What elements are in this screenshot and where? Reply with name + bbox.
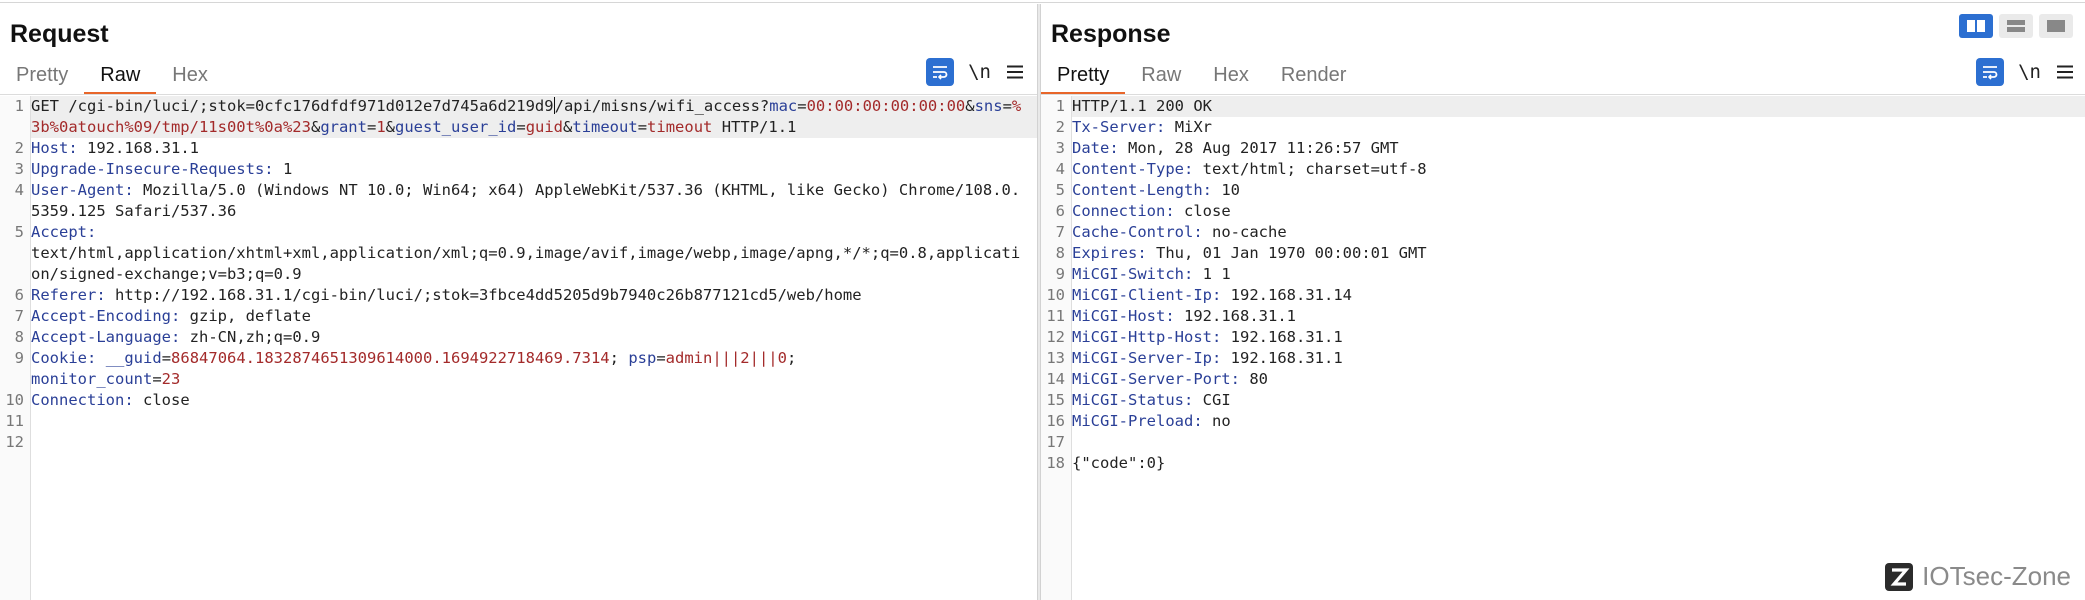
request-tab-hex[interactable]: Hex (156, 58, 224, 92)
response-editor[interactable]: 1 HTTP/1.1 200 OK 2 Tx-Server: MiXr 3 Date… (1041, 96, 2085, 600)
request-menu-button[interactable] (1005, 60, 1025, 84)
request-tab-pretty[interactable]: Pretty (0, 58, 84, 92)
response-line: 9 MiCGI-Switch: 1 1 (1055, 265, 1231, 283)
response-line: 11 MiCGI-Host: 192.168.31.1 (1046, 307, 1296, 325)
request-wrap-lines-button[interactable] (926, 58, 955, 86)
request-line: 5 Accept: text/html,application/xhtml+xm… (14, 223, 1021, 283)
response-tab-divider (1041, 94, 2085, 95)
request-title: Request (10, 20, 109, 48)
response-line: 1 HTTP/1.1 200 OK (1041, 96, 2085, 117)
hamburger-menu-icon (2057, 65, 2073, 79)
response-tab-pretty[interactable]: Pretty (1041, 58, 1126, 94)
top-border (0, 2, 2085, 3)
response-menu-button[interactable] (2055, 60, 2075, 84)
response-line: 4 Content-Type: text/html; charset=utf-8 (1055, 160, 1427, 178)
response-title: Response (1051, 20, 1171, 48)
response-tab-hex[interactable]: Hex (1197, 58, 1265, 92)
response-line: 5 Content-Length: 10 (1055, 181, 1241, 199)
request-line: 2 Host: 192.168.31.1 (14, 139, 199, 157)
layout-stacked-button[interactable] (1999, 14, 2033, 38)
request-line: 9 Cookie: __guid=86847064.18328746513096… (14, 349, 797, 388)
response-line: 15 MiCGI-Status: CGI (1046, 391, 1231, 409)
request-tabs: Pretty Raw Hex (0, 58, 224, 94)
response-line: 13 MiCGI-Server-Ip: 192.168.31.1 (1046, 349, 1343, 367)
response-tabs: Pretty Raw Hex Render (1041, 58, 1363, 94)
request-line: 10 Connection: close (5, 391, 190, 409)
response-line: 10 MiCGI-Client-Ip: 192.168.31.14 (1046, 286, 1352, 304)
request-line: 7 Accept-Encoding: gzip, deflate (14, 307, 311, 325)
request-pane: Request Pretty Raw Hex \n 1 GET /cgi-bin… (0, 4, 1037, 600)
request-tab-raw[interactable]: Raw (84, 58, 157, 94)
request-line: 12 (5, 433, 24, 451)
response-line: 6 Connection: close (1055, 202, 1231, 220)
response-tab-raw[interactable]: Raw (1125, 58, 1197, 92)
layout-side-by-side-button[interactable] (1959, 14, 1993, 38)
response-line: 8 Expires: Thu, 01 Jan 1970 00:00:01 GMT (1055, 244, 1427, 262)
request-tab-divider (0, 94, 1037, 95)
request-toolbar: \n (926, 58, 1025, 86)
request-newline-toggle[interactable]: \n (968, 61, 991, 83)
response-wrap-lines-button[interactable] (1976, 58, 2005, 86)
response-line: 14 MiCGI-Server-Port: 80 (1046, 370, 1268, 388)
request-line: 8 Accept-Language: zh-CN,zh;q=0.9 (14, 328, 321, 346)
columns-icon (1967, 20, 1985, 32)
z-logo-icon (1885, 562, 1914, 591)
response-line: 16 MiCGI-Preload: no (1046, 412, 1231, 430)
rows-icon (2007, 20, 2025, 32)
layout-switcher (1959, 14, 2073, 38)
response-line: 12 MiCGI-Http-Host: 192.168.31.1 (1046, 328, 1343, 346)
request-line: 4 User-Agent: Mozilla/5.0 (Windows NT 10… (14, 181, 1021, 220)
request-line: 11 (5, 412, 24, 430)
request-line: 1 GET /cgi-bin/luci/;stok=0cfc176dfdf971… (0, 96, 1037, 138)
request-line: 6 Referer: http://192.168.31.1/cgi-bin/l… (14, 286, 862, 304)
response-line: 18 {"code":0} (1046, 454, 1166, 472)
watermark: IOTsec-Zone (1884, 561, 2071, 592)
response-line: 3 Date: Mon, 28 Aug 2017 11:26:57 GMT (1055, 139, 1399, 157)
layout-single-button[interactable] (2039, 14, 2073, 38)
request-editor[interactable]: 1 GET /cgi-bin/luci/;stok=0cfc176dfdf971… (0, 96, 1037, 600)
response-tab-render[interactable]: Render (1265, 58, 1363, 92)
response-newline-toggle[interactable]: \n (2018, 61, 2041, 83)
wrap-lines-icon (1983, 66, 1998, 80)
response-line: 2 Tx-Server: MiXr (1055, 118, 1213, 136)
response-toolbar: \n (1976, 58, 2075, 86)
response-line: 17 (1046, 433, 1065, 451)
response-line: 7 Cache-Control: no-cache (1055, 223, 1287, 241)
wrap-lines-icon (933, 66, 948, 80)
response-pane: Response Pretty Raw Hex Render \n 1 HTTP… (1041, 4, 2085, 600)
hamburger-menu-icon (1007, 65, 1023, 79)
single-pane-icon (2047, 20, 2065, 32)
request-line: 3 Upgrade-Insecure-Requests: 1 (14, 160, 293, 178)
watermark-text: IOTsec-Zone (1922, 561, 2071, 591)
